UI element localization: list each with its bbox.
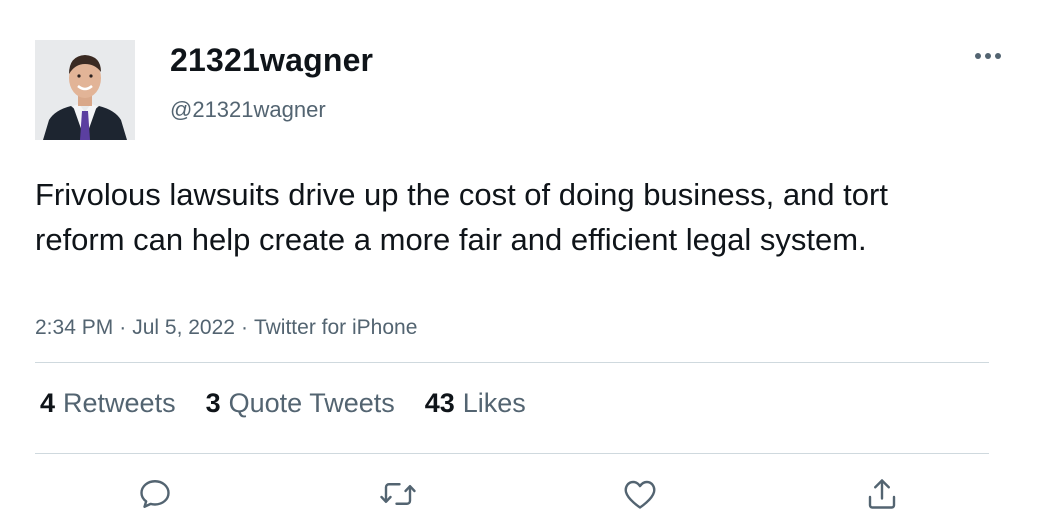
retweet-icon[interactable] xyxy=(378,474,418,514)
quote-tweets-stat[interactable]: 3 Quote Tweets xyxy=(206,388,395,419)
likes-count: 43 xyxy=(424,388,455,418)
tweet-time[interactable]: 2:34 PM xyxy=(35,316,113,339)
avatar-photo xyxy=(35,40,135,140)
tweet-text: Frivolous lawsuits drive up the cost of … xyxy=(35,177,888,257)
engagement-stats: 4 Retweets 3 Quote Tweets 43 Likes xyxy=(40,388,556,419)
retweets-stat[interactable]: 4 Retweets xyxy=(40,388,176,419)
tweet-metadata: 2:34 PM · Jul 5, 2022 · Twitter for iPhone xyxy=(35,316,417,340)
tweet-source[interactable]: Twitter for iPhone xyxy=(254,316,417,339)
handle[interactable]: @21321wagner xyxy=(170,97,326,123)
retweets-label: Retweets xyxy=(63,388,176,418)
separator: · xyxy=(240,316,248,339)
quote-tweets-count: 3 xyxy=(205,388,221,418)
like-icon[interactable] xyxy=(620,474,660,514)
more-horizontal-icon[interactable] xyxy=(970,44,1006,68)
display-name[interactable]: 21321wagner xyxy=(170,42,373,79)
quote-tweets-label: Quote Tweets xyxy=(228,388,395,418)
likes-stat[interactable]: 43 Likes xyxy=(425,388,526,419)
retweets-count: 4 xyxy=(40,388,56,418)
avatar[interactable] xyxy=(35,40,135,140)
divider xyxy=(35,362,989,363)
share-icon[interactable] xyxy=(862,474,902,514)
reply-icon[interactable] xyxy=(135,474,175,514)
separator: · xyxy=(119,316,127,339)
likes-label: Likes xyxy=(462,388,526,418)
divider xyxy=(35,453,989,454)
tweet-date[interactable]: Jul 5, 2022 xyxy=(132,316,235,339)
